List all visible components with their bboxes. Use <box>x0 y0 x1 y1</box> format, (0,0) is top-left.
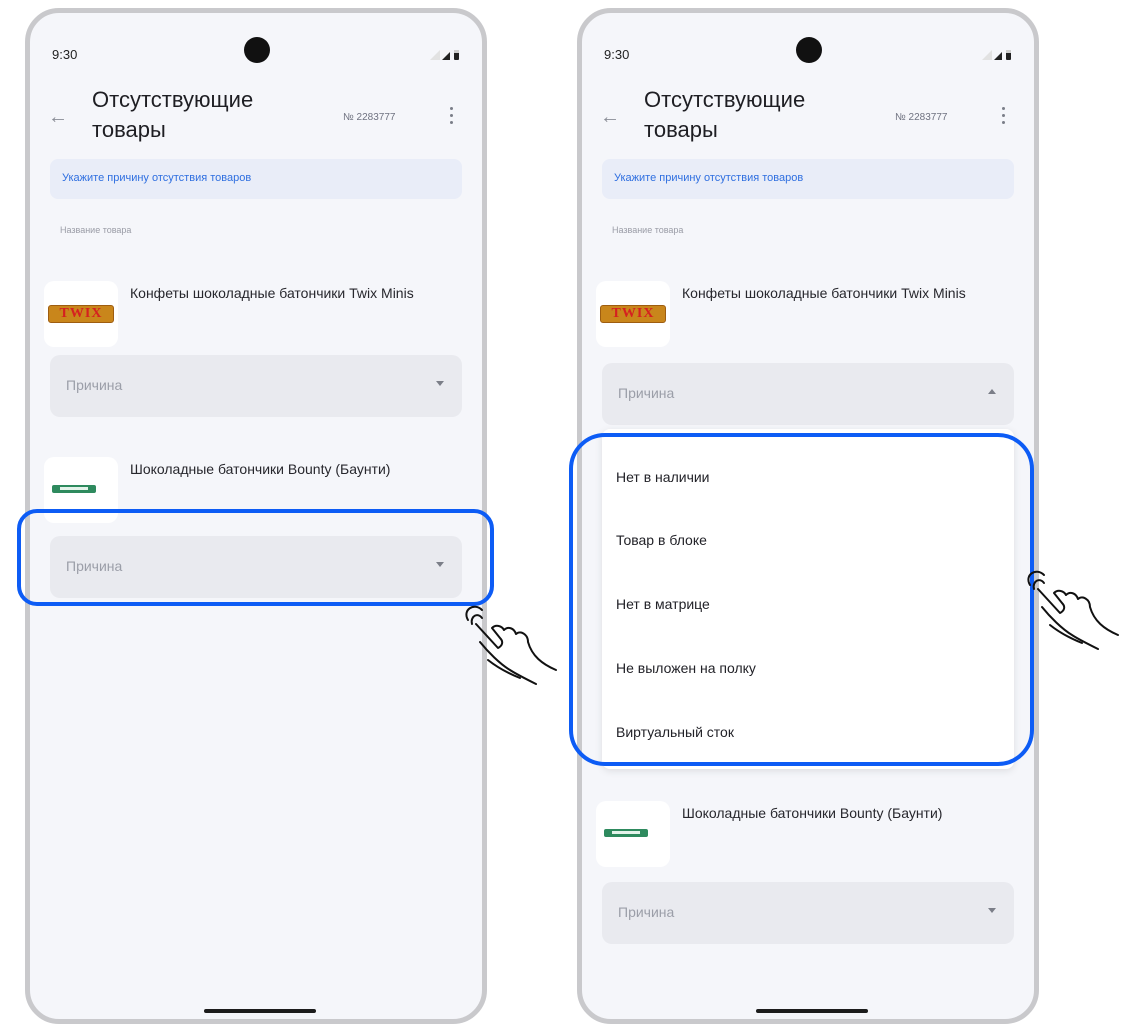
bounty-logo <box>52 485 96 493</box>
status-time: 9:30 <box>604 47 630 62</box>
reason-select[interactable]: Причина <box>50 355 462 417</box>
highlight-reason-menu <box>569 433 1034 766</box>
hint-banner: Укажите причину отсутствия товаров <box>602 159 1014 199</box>
camera-cutout <box>244 37 270 63</box>
reason-placeholder: Причина <box>66 377 123 393</box>
reason-select[interactable]: Причина <box>602 882 1014 944</box>
bounty-logo <box>604 829 648 837</box>
product-name: Конфеты шоколадные батончики Twix Minis <box>130 285 414 301</box>
product-name: Шоколадные батончики Bounty (Баунти) <box>130 461 391 477</box>
product-item: Шоколадные батончики Bounty (Баунти) <box>582 795 1034 875</box>
app-bar: ← Отсутствующие товары № 2283777 <box>582 85 1034 155</box>
column-label: Название товара <box>612 225 684 235</box>
home-indicator[interactable] <box>756 1009 868 1013</box>
product-image-twix: TWIX <box>596 281 670 347</box>
arrow-left-icon[interactable]: ← <box>600 107 620 127</box>
hint-banner: Укажите причину отсутствия товаров <box>50 159 462 199</box>
page-title: Отсутствующие товары <box>644 87 806 142</box>
product-image-twix: TWIX <box>44 281 118 347</box>
product-name: Конфеты шоколадные батончики Twix Minis <box>682 285 966 301</box>
chevron-down-icon <box>436 381 444 386</box>
highlight-reason-select <box>17 509 494 606</box>
status-bar: 9:30 <box>582 13 1034 83</box>
page-title: Отсутствующие товары <box>92 87 254 142</box>
tap-hand-icon <box>1020 563 1130 673</box>
reason-select[interactable]: Причина <box>602 363 1014 425</box>
chevron-down-icon <box>988 908 996 913</box>
twix-logo: TWIX <box>48 305 114 323</box>
tap-hand-icon <box>458 598 568 708</box>
product-image-bounty <box>596 801 670 867</box>
signal-battery-icon <box>980 49 1012 61</box>
column-label: Название товара <box>60 225 132 235</box>
order-number: № 2283777 <box>895 112 948 123</box>
product-name: Шоколадные батончики Bounty (Баунти) <box>682 805 943 821</box>
reason-placeholder: Причина <box>618 385 675 401</box>
app-bar: ← Отсутствующие товары № 2283777 <box>30 85 482 155</box>
more-vertical-icon[interactable] <box>448 107 454 127</box>
status-time: 9:30 <box>52 47 78 62</box>
status-bar: 9:30 <box>30 13 482 83</box>
home-indicator[interactable] <box>204 1009 316 1013</box>
product-item: TWIX Конфеты шоколадные батончики Twix M… <box>582 275 1034 355</box>
twix-logo: TWIX <box>600 305 666 323</box>
product-item: TWIX Конфеты шоколадные батончики Twix M… <box>30 275 482 355</box>
signal-battery-icon <box>428 49 460 61</box>
more-vertical-icon[interactable] <box>1000 107 1006 127</box>
order-number: № 2283777 <box>343 112 396 123</box>
chevron-up-icon <box>988 389 996 394</box>
camera-cutout <box>796 37 822 63</box>
arrow-left-icon[interactable]: ← <box>48 107 68 127</box>
reason-placeholder: Причина <box>618 904 675 920</box>
